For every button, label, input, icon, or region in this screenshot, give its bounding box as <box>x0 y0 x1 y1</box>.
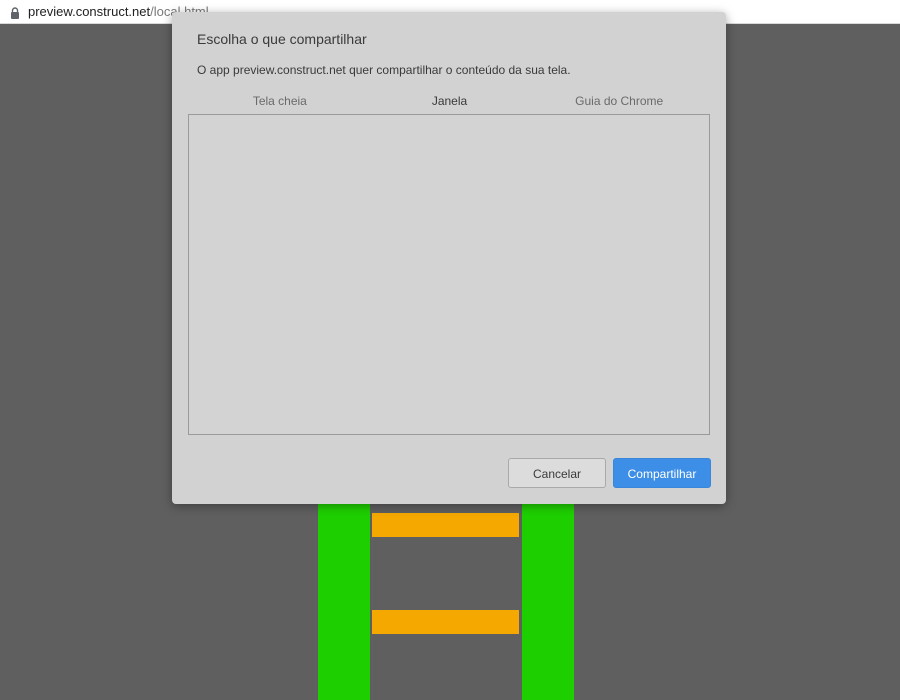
dialog-title: Escolha o que compartilhar <box>197 31 367 47</box>
cancel-button[interactable]: Cancelar <box>508 458 606 488</box>
tab-chrome-tab[interactable]: Guia do Chrome <box>534 90 704 114</box>
lock-icon <box>10 6 20 19</box>
ladder-left-rail <box>318 500 370 700</box>
ladder-rung <box>372 610 519 634</box>
tab-window[interactable]: Janela <box>364 90 535 116</box>
share-screen-dialog: Escolha o que compartilhar O app preview… <box>172 12 726 504</box>
share-source-tabs: Tela cheia Janela Guia do Chrome <box>195 90 704 116</box>
ladder-rung <box>372 513 519 537</box>
share-button[interactable]: Compartilhar <box>613 458 711 488</box>
window-list-panel[interactable] <box>188 114 710 435</box>
url-domain: preview.construct.net <box>28 4 151 19</box>
dialog-subtitle: O app preview.construct.net quer compart… <box>197 63 571 77</box>
tab-full-screen[interactable]: Tela cheia <box>195 90 365 114</box>
ladder-right-rail <box>522 500 574 700</box>
